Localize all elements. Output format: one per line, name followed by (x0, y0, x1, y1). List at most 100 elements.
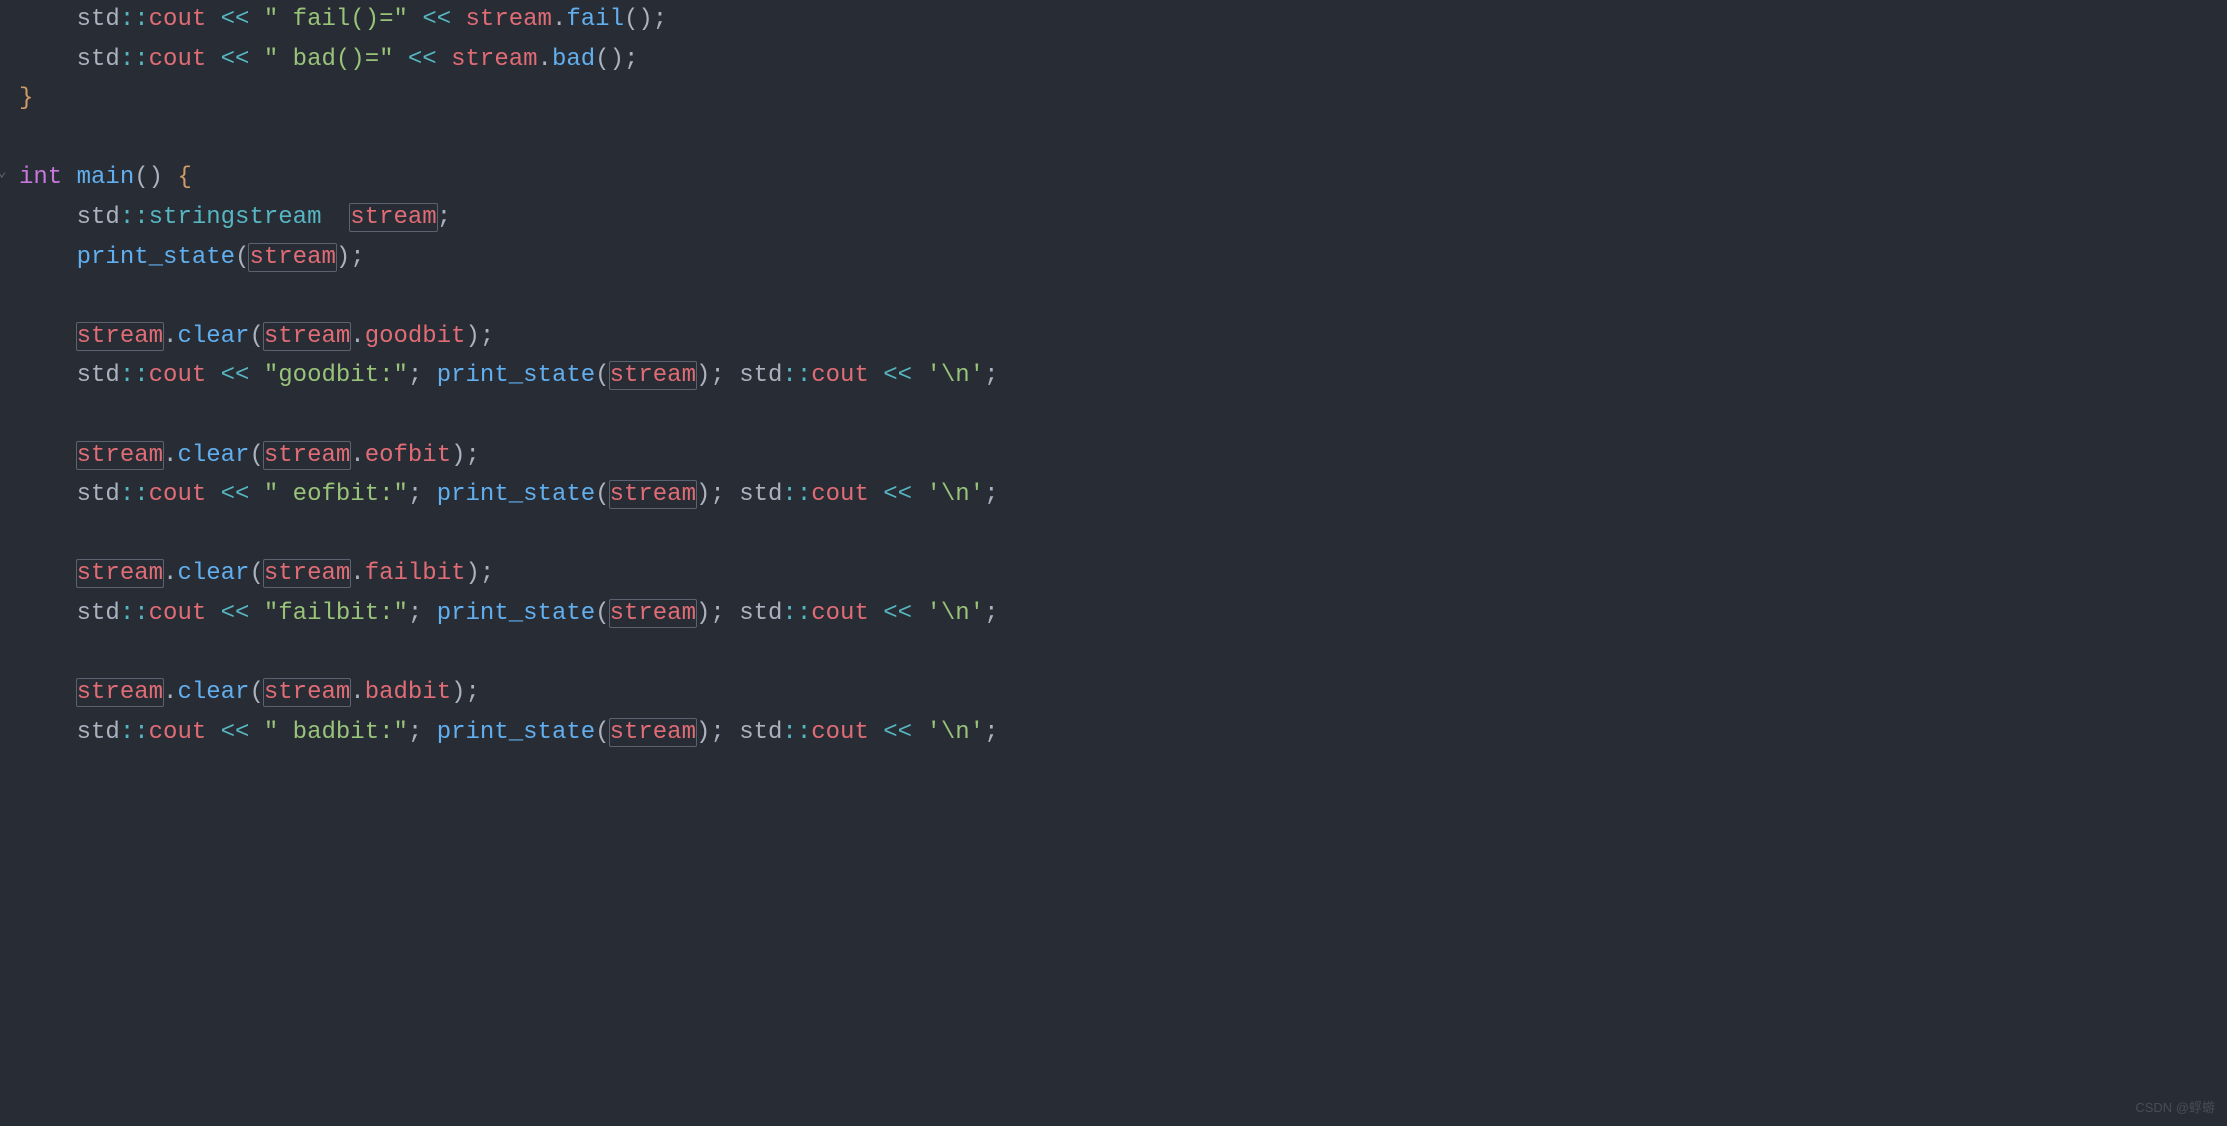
token-ns (912, 362, 926, 389)
code-line[interactable]: int main() { (19, 158, 998, 198)
code-line[interactable]: std::cout << " fail()=" << stream.fail()… (19, 0, 998, 40)
token-punct: ; (437, 204, 451, 231)
code-line[interactable]: stream.clear(stream.badbit); (19, 673, 998, 713)
token-ns: std (739, 481, 782, 508)
token-ns (912, 600, 926, 627)
token-func: clear (177, 323, 249, 350)
token-punct: ( (595, 719, 609, 746)
token-var: stream (263, 441, 351, 470)
token-ns (206, 6, 220, 33)
token-punct: ); (451, 442, 480, 469)
token-punct: . (163, 442, 177, 469)
token-punct: . (163, 679, 177, 706)
token-ns (249, 6, 263, 33)
token-op: :: (120, 46, 149, 73)
code-line[interactable] (19, 634, 998, 674)
token-punct: (); (624, 6, 667, 33)
code-line[interactable] (19, 277, 998, 317)
token-ns: std (77, 719, 120, 746)
token-punct: ); (696, 481, 739, 508)
code-line[interactable] (19, 515, 998, 555)
token-func: main (77, 164, 135, 191)
token-punct: . (163, 560, 177, 587)
code-line[interactable]: } (19, 79, 998, 119)
token-op: :: (782, 600, 811, 627)
token-var: cout (149, 46, 207, 73)
token-str: '\n' (926, 481, 984, 508)
token-func: print_state (437, 600, 595, 627)
code-line[interactable]: std::cout << "goodbit:"; print_state(str… (19, 356, 998, 396)
token-ns (912, 719, 926, 746)
token-punct: ); (466, 560, 495, 587)
token-ns (206, 46, 220, 73)
gutter: ⌄ (0, 0, 14, 1126)
token-ns (912, 481, 926, 508)
token-punct: ); (696, 600, 739, 627)
token-op: << (221, 6, 250, 33)
code-line[interactable]: std::cout << " eofbit:"; print_state(str… (19, 475, 998, 515)
token-var: cout (149, 6, 207, 33)
token-op: << (408, 46, 437, 73)
token-ns (408, 6, 422, 33)
code-line[interactable]: stream.clear(stream.failbit); (19, 554, 998, 594)
fold-chevron-icon[interactable]: ⌄ (0, 159, 7, 185)
code-line[interactable]: stream.clear(stream.eofbit); (19, 436, 998, 476)
token-punct: ( (595, 481, 609, 508)
token-punct: () (134, 164, 177, 191)
token-punct: . (163, 323, 177, 350)
code-line[interactable] (19, 396, 998, 436)
token-func: print_state (437, 362, 595, 389)
token-op: :: (120, 481, 149, 508)
token-punct: . (350, 442, 364, 469)
token-op: << (883, 719, 912, 746)
token-ns (437, 46, 451, 73)
token-ns (869, 481, 883, 508)
token-punct: ; (984, 719, 998, 746)
token-func: print_state (437, 481, 595, 508)
token-ns (249, 481, 263, 508)
token-var: cout (149, 600, 207, 627)
code-area[interactable]: std::cout << " fail()=" << stream.fail()… (14, 0, 998, 1126)
token-ns: std (739, 362, 782, 389)
token-var: stream (263, 322, 351, 351)
code-editor[interactable]: ⌄ std::cout << " fail()=" << stream.fail… (0, 0, 2227, 1126)
token-var: stream (263, 678, 351, 707)
token-brace: { (177, 164, 191, 191)
code-line[interactable]: std::cout << " bad()=" << stream.bad(); (19, 40, 998, 80)
token-punct: ; (408, 719, 437, 746)
token-op: :: (120, 362, 149, 389)
token-ns (249, 46, 263, 73)
token-op: << (883, 600, 912, 627)
token-punct: . (350, 679, 364, 706)
code-line[interactable]: std::stringstream stream; (19, 198, 998, 238)
token-str: " badbit:" (264, 719, 408, 746)
token-kw: int (19, 164, 62, 191)
token-var: stream (609, 718, 697, 747)
token-op: << (221, 46, 250, 73)
token-op: << (883, 481, 912, 508)
token-ns: std (739, 600, 782, 627)
code-line[interactable]: std::cout << "failbit:"; print_state(str… (19, 594, 998, 634)
token-punct: ); (451, 679, 480, 706)
token-punct: ; (408, 362, 437, 389)
token-punct: ; (984, 362, 998, 389)
token-str: '\n' (926, 600, 984, 627)
token-ns (206, 600, 220, 627)
token-op: << (221, 600, 250, 627)
token-var: stream (76, 441, 164, 470)
code-line[interactable] (19, 119, 998, 159)
token-ns (206, 719, 220, 746)
code-line[interactable]: std::cout << " badbit:"; print_state(str… (19, 713, 998, 753)
token-var: cout (149, 481, 207, 508)
token-op: << (883, 362, 912, 389)
token-func: print_state (437, 719, 595, 746)
token-func: print_state (77, 244, 235, 271)
code-line[interactable]: print_state(stream); (19, 238, 998, 278)
token-op: :: (782, 719, 811, 746)
token-op: :: (120, 719, 149, 746)
token-ns (869, 719, 883, 746)
token-op: << (422, 6, 451, 33)
token-punct: ); (466, 323, 495, 350)
code-line[interactable]: stream.clear(stream.goodbit); (19, 317, 998, 357)
token-punct: ( (595, 362, 609, 389)
